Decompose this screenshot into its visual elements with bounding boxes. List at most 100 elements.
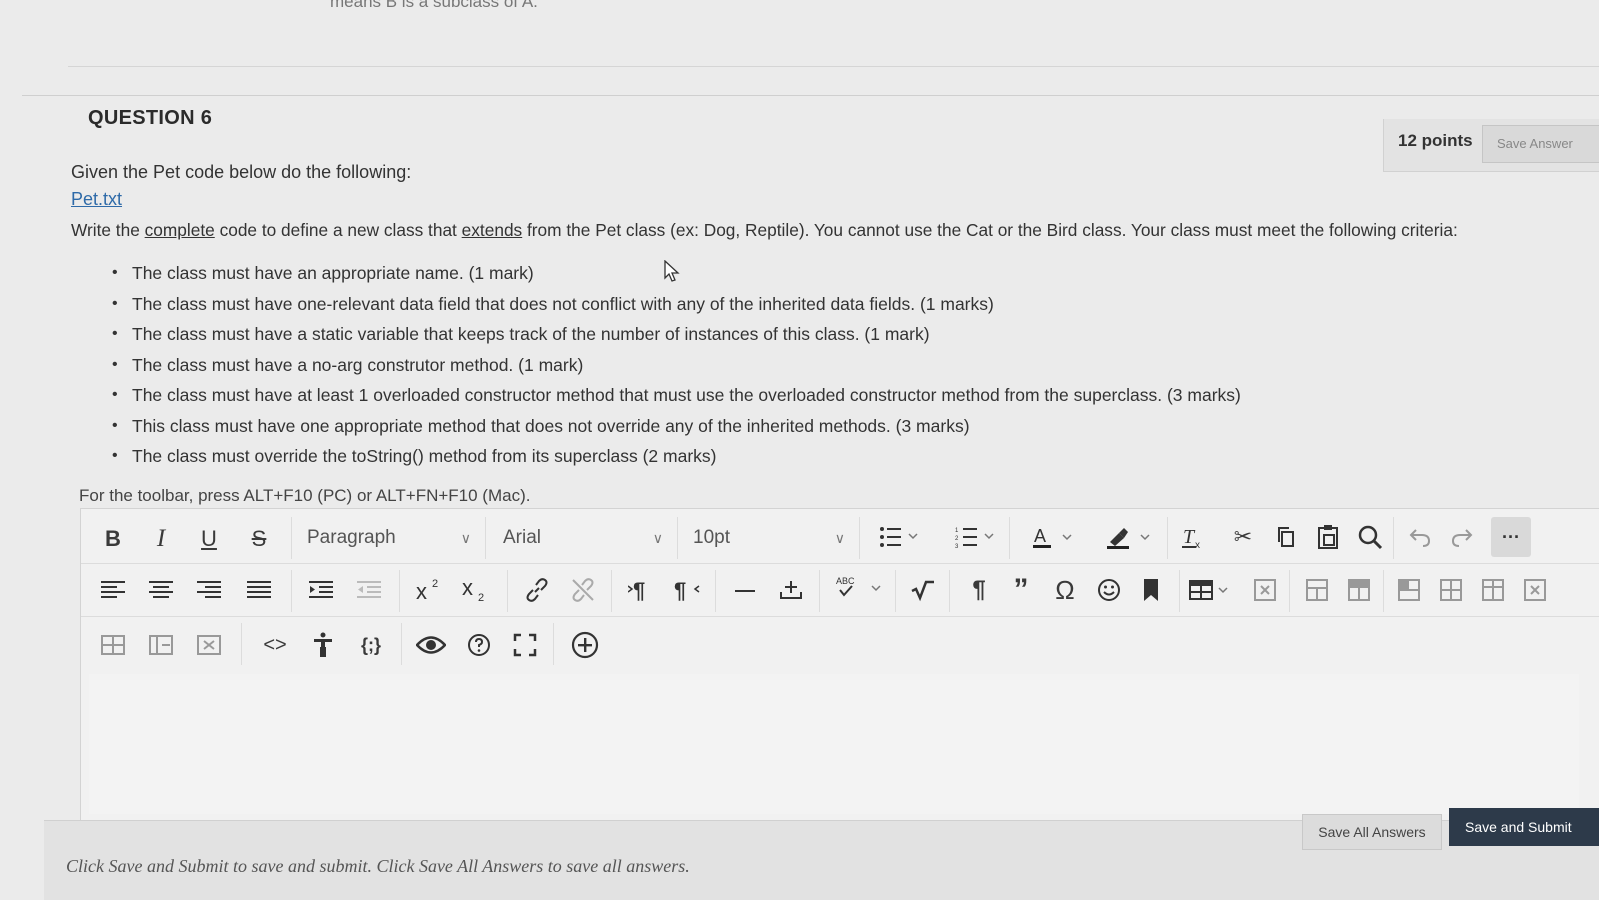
square-root-icon — [911, 580, 934, 602]
outdent-button[interactable] — [351, 570, 387, 610]
insert-column-before-button[interactable] — [1433, 570, 1469, 610]
align-left-button[interactable] — [95, 570, 131, 610]
redo-icon — [1451, 529, 1473, 547]
block-format-select[interactable]: Paragraph ∨ — [307, 519, 477, 557]
column-insert-icon — [1440, 579, 1462, 601]
redo-button[interactable] — [1445, 517, 1479, 557]
numbered-list-icon: 1 2 3 — [955, 528, 994, 548]
insert-link-button[interactable] — [517, 570, 557, 610]
superscript-icon: x2 — [416, 578, 438, 603]
column-insert-after-icon — [1482, 579, 1504, 601]
equation-editor-button[interactable] — [903, 570, 943, 610]
superscript-button[interactable]: x2 — [411, 570, 451, 610]
svg-text:1: 1 — [955, 528, 959, 534]
points-label: 12 points — [1398, 131, 1473, 150]
delete-table-icon — [1254, 579, 1276, 601]
row-insert-after-icon — [1348, 579, 1370, 601]
criteria-item: The class must have a no-arg construtor … — [110, 352, 1410, 383]
subscript-button[interactable]: x2 — [457, 570, 497, 610]
anchor-button[interactable] — [1131, 570, 1171, 610]
cut-icon[interactable]: ✂ — [1227, 517, 1259, 557]
search-icon — [1358, 525, 1383, 550]
rtl-button[interactable]: ¶ — [667, 570, 707, 610]
find-replace-button[interactable] — [1353, 517, 1387, 557]
instructions-text: code to define a new class that — [214, 220, 462, 240]
align-right-button[interactable] — [191, 570, 227, 610]
insert-row-after-button[interactable] — [1341, 570, 1377, 610]
ltr-button[interactable]: ¶ — [621, 570, 661, 610]
font-size-select[interactable]: 10pt ∨ — [693, 519, 851, 557]
remove-link-button[interactable] — [563, 570, 603, 610]
toolbar-separator — [677, 517, 678, 559]
horizontal-line-button[interactable] — [725, 570, 765, 610]
font-family-select[interactable]: Arial ∨ — [503, 519, 669, 557]
insert-row-before-button[interactable] — [1299, 570, 1335, 610]
copy-icon — [1278, 527, 1294, 547]
help-button[interactable] — [459, 625, 499, 665]
insert-column-after-button[interactable] — [1475, 570, 1511, 610]
delete-row-button[interactable] — [1391, 570, 1427, 610]
svg-text:3: 3 — [955, 544, 959, 548]
toolbar-separator — [507, 570, 508, 612]
numbered-list-button[interactable]: 1 2 3 — [947, 517, 1003, 557]
bullet-list-button[interactable] — [871, 517, 927, 557]
save-answer-button[interactable]: Save Answer — [1482, 125, 1599, 163]
toolbar-row-1: B I U S Paragraph ∨ Arial ∨ 10pt ∨ 1 2 3 A Tx… — [81, 511, 1599, 564]
toolbar-separator — [399, 570, 400, 612]
criteria-list: The class must have an appropriate name.… — [110, 260, 1410, 474]
strikethrough-button[interactable]: S — [241, 519, 277, 559]
spellcheck-button[interactable]: ABC — [829, 568, 887, 608]
italic-button[interactable]: I — [143, 519, 179, 559]
accessibility-checker-button[interactable] — [303, 625, 343, 665]
align-right-icon — [197, 581, 221, 598]
undo-button[interactable] — [1403, 517, 1437, 557]
more-tools-button[interactable]: ··· — [1491, 517, 1531, 557]
align-justify-icon — [247, 581, 271, 598]
emoticons-button[interactable] — [1089, 570, 1129, 610]
fullscreen-icon — [513, 633, 537, 657]
insert-page-break-button[interactable] — [771, 570, 811, 610]
table-button[interactable] — [1185, 570, 1233, 610]
delete-column-button[interactable] — [1517, 570, 1553, 610]
delete-table-button[interactable] — [1247, 570, 1283, 610]
blockquote-icon[interactable]: ” — [1001, 570, 1041, 610]
indent-button[interactable] — [303, 570, 339, 610]
table-icon — [1189, 580, 1228, 600]
paste-button[interactable] — [1311, 517, 1345, 557]
preview-button[interactable] — [411, 625, 451, 665]
pet-file-link[interactable]: Pet.txt — [71, 189, 122, 210]
save-all-answers-button[interactable]: Save All Answers — [1302, 814, 1442, 850]
right-to-left-icon: ¶ — [674, 578, 700, 602]
toolbar-separator — [949, 570, 950, 612]
source-code-icon[interactable]: <> — [255, 625, 295, 665]
special-character-icon[interactable]: Ω — [1045, 570, 1085, 610]
page-break-icon — [780, 581, 802, 599]
toolbar-separator — [401, 623, 402, 665]
underline-button[interactable]: U — [191, 519, 227, 559]
text-color-button[interactable]: A — [1025, 517, 1083, 557]
copy-button[interactable] — [1269, 517, 1303, 557]
toolbar-separator — [1179, 570, 1180, 612]
split-cells-button[interactable] — [191, 625, 227, 665]
fullscreen-button[interactable] — [505, 625, 545, 665]
show-blocks-icon[interactable]: ¶ — [959, 570, 999, 610]
outdent-icon — [357, 581, 381, 598]
add-content-button[interactable] — [565, 625, 605, 665]
bold-button[interactable]: B — [95, 519, 131, 559]
highlight-color-button[interactable] — [1099, 517, 1161, 557]
svg-text:x: x — [416, 579, 427, 603]
save-and-submit-button[interactable]: Save and Submit — [1449, 808, 1599, 846]
cell-properties-button[interactable] — [95, 625, 131, 665]
svg-text:x: x — [462, 577, 473, 600]
align-center-button[interactable] — [143, 570, 179, 610]
clear-formatting-button[interactable]: Tx — [1175, 517, 1209, 557]
editor-content-area[interactable] — [89, 674, 1579, 814]
question-intro: Given the Pet code below do the followin… — [71, 162, 412, 182]
chevron-down-icon: ∨ — [834, 529, 845, 546]
svg-text:x: x — [1195, 540, 1200, 550]
eye-icon — [416, 636, 446, 654]
svg-text:2: 2 — [432, 578, 438, 590]
merge-cells-button[interactable] — [143, 625, 179, 665]
mashup-icon[interactable]: {;} — [351, 625, 391, 665]
justify-button[interactable] — [241, 570, 277, 610]
